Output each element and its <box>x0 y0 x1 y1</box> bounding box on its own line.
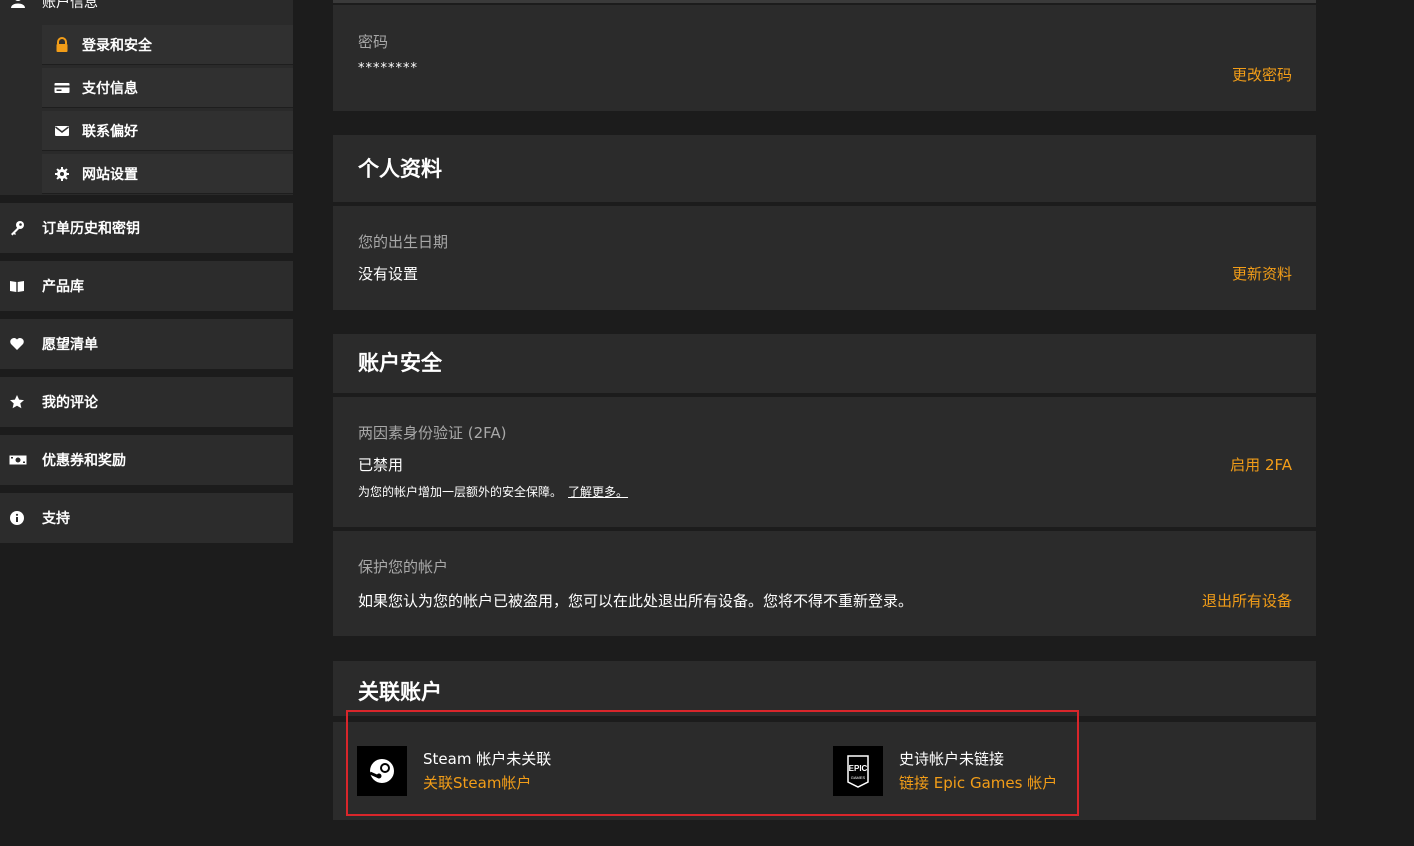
sidebar-item-my-reviews[interactable]: 我的评论 <box>0 377 293 427</box>
sidebar-subitem-label: 网站设置 <box>82 167 138 183</box>
sidebar-item-label: 账户信息 <box>42 0 98 11</box>
lock-icon <box>54 37 70 53</box>
twofa-status: 已禁用 <box>358 456 404 474</box>
gear-icon <box>54 166 70 182</box>
sidebar-item-wishlist[interactable]: 愿望清单 <box>0 319 293 369</box>
update-profile-link[interactable]: 更新资料 <box>1232 263 1292 284</box>
protect-account-section: 保护您的帐户 如果您认为您的帐户已被盗用，您可以在此处退出所有设备。您将不得不重… <box>333 531 1316 636</box>
sidebar-item-label: 订单历史和密钥 <box>42 221 140 237</box>
sidebar-item-label: 我的评论 <box>42 395 98 411</box>
change-password-link[interactable]: 更改密码 <box>1232 64 1292 85</box>
sidebar-subitem-payment[interactable]: 支付信息 <box>42 68 293 108</box>
password-section: 密码 ******** 更改密码 <box>333 5 1316 111</box>
security-header: 账户安全 <box>333 334 1316 396</box>
twofa-note: 为您的帐户增加一层额外的安全保障。 了解更多。 <box>358 483 628 500</box>
profile-title: 个人资料 <box>358 157 442 181</box>
sidebar-subitem-label: 支付信息 <box>82 81 138 97</box>
sidebar-subitem-label: 登录和安全 <box>82 38 152 54</box>
sidebar-item-coupons-rewards[interactable]: 优惠券和奖励 <box>0 435 293 485</box>
user-icon <box>10 0 26 12</box>
linked-accounts-header: 关联账户 <box>333 661 1316 719</box>
enable-2fa-link[interactable]: 启用 2FA <box>1230 454 1292 475</box>
link-steam-account-link[interactable]: 关联Steam帐户 <box>423 772 531 793</box>
sidebar-item-support[interactable]: 支持 <box>0 493 293 543</box>
sidebar-subitem-label: 联系偏好 <box>82 124 138 140</box>
sidebar-item-library[interactable]: 产品库 <box>0 261 293 311</box>
sidebar-subitem-site-settings[interactable]: 网站设置 <box>42 154 293 194</box>
profile-header: 个人资料 <box>333 135 1316 205</box>
epic-logo-subtext: GAMES <box>851 775 866 780</box>
credit-card-icon <box>54 80 70 96</box>
heart-icon <box>9 336 25 352</box>
star-icon <box>9 394 25 410</box>
card-divider <box>333 0 1316 3</box>
protect-text: 如果您认为您的帐户已被盗用，您可以在此处退出所有设备。您将不得不重新登录。 <box>358 592 914 610</box>
linked-accounts-title: 关联账户 <box>358 680 442 704</box>
sidebar-subitem-login-security[interactable]: 登录和安全 <box>42 25 293 65</box>
password-value: ******** <box>358 61 418 76</box>
epic-games-logo-icon: EPIC GAMES <box>833 746 883 796</box>
sidebar-item-order-history[interactable]: 订单历史和密钥 <box>0 203 293 253</box>
steam-status: Steam 帐户未关联 <box>423 750 552 768</box>
linked-accounts-section: Steam 帐户未关联 关联Steam帐户 EPIC GAMES 史诗帐户未链接… <box>333 722 1316 820</box>
money-icon <box>9 452 27 468</box>
sidebar-item-label: 优惠券和奖励 <box>42 453 126 469</box>
sign-out-all-devices-link[interactable]: 退出所有设备 <box>1202 590 1292 611</box>
sidebar: 账户信息 登录和安全 支付信息 联系偏好 网站设置 订单历史和密钥 产品库 愿望… <box>0 0 293 846</box>
sidebar-item-label: 支持 <box>42 511 70 527</box>
sidebar-item-account-info[interactable]: 账户信息 <box>0 0 293 22</box>
epic-status: 史诗帐户未链接 <box>899 750 1005 768</box>
envelope-icon <box>54 123 70 139</box>
twofa-note-text: 为您的帐户增加一层额外的安全保障。 <box>358 485 563 499</box>
birthdate-section: 您的出生日期 没有设置 更新资料 <box>333 206 1316 310</box>
book-icon <box>9 278 25 294</box>
sidebar-item-label: 产品库 <box>42 279 84 295</box>
sidebar-item-label: 愿望清单 <box>42 337 98 353</box>
password-label: 密码 <box>358 33 389 51</box>
account-page: 账户信息 登录和安全 支付信息 联系偏好 网站设置 订单历史和密钥 产品库 愿望… <box>0 0 1414 846</box>
key-icon <box>9 220 25 236</box>
link-epic-account-link[interactable]: 链接 Epic Games 帐户 <box>899 772 1057 793</box>
epic-logo-text: EPIC <box>849 764 868 773</box>
birthdate-value: 没有设置 <box>358 265 419 283</box>
info-icon <box>9 510 25 526</box>
security-title: 账户安全 <box>358 351 442 375</box>
sidebar-subitem-contact-preferences[interactable]: 联系偏好 <box>42 111 293 151</box>
learn-more-link[interactable]: 了解更多。 <box>568 485 628 499</box>
steam-logo-icon <box>357 746 407 796</box>
birthdate-label: 您的出生日期 <box>358 233 449 251</box>
twofa-label: 两因素身份验证 (2FA) <box>358 424 507 442</box>
protect-label: 保护您的帐户 <box>358 558 449 576</box>
twofa-section: 两因素身份验证 (2FA) 已禁用 为您的帐户增加一层额外的安全保障。 了解更多。… <box>333 397 1316 527</box>
